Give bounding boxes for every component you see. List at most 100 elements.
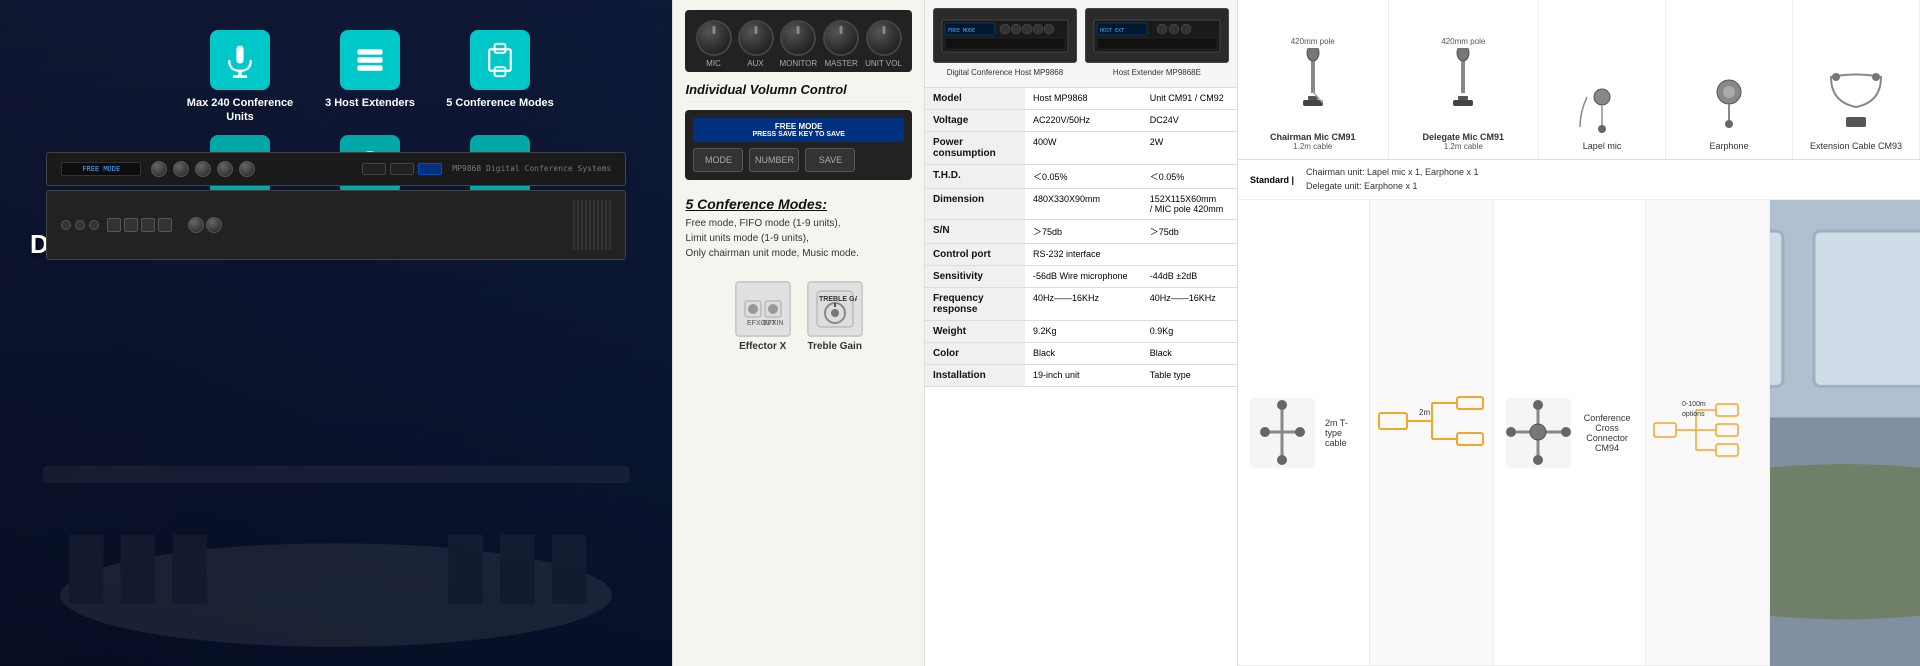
svg-text:0-100m: 0-100m (1682, 401, 1706, 408)
svg-text:options: options (1682, 411, 1705, 418)
svg-text:TREBLE GAIN: TREBLE GAIN (819, 296, 857, 303)
accessories-top-row: 420mm pole Chairman Mic CM91 1.2m cable … (1238, 0, 1920, 160)
spec-val-power-host: 400W (1025, 132, 1142, 165)
knob-aux-label: AUX (747, 59, 763, 68)
svg-text:HOST EXT: HOST EXT (1100, 28, 1124, 34)
knob-mic-label: MIC (706, 59, 721, 68)
svg-text:2m: 2m (1419, 408, 1430, 417)
spec-key-control-port: Control port (925, 244, 1025, 266)
spec-val-freq-unit: 40Hz——16KHz (1142, 288, 1237, 321)
spec-row-freq: Frequency response 40Hz——16KHz 40Hz——16K… (925, 288, 1237, 321)
earphone-label: Earphone (1710, 141, 1749, 151)
specs-table: Model Host MP9868 Unit CM91 / CM92 Volta… (925, 88, 1237, 387)
spec-val-weight-unit: 0.9Kg (1142, 321, 1237, 343)
extender-device-label: Host Extender MP9868E (1113, 66, 1201, 79)
spec-row-control-port: Control port RS-232 interface (925, 244, 1237, 266)
mode-display: FREE MODE PRESS SAVE KEY TO SAVE (693, 118, 903, 142)
spec-val-weight-host: 9.2Kg (1025, 321, 1142, 343)
accessories-bottom: 2m T-type cable 2m (1238, 200, 1920, 666)
device-image-area: FREE MODE MP9868 (20, 0, 652, 260)
treble-gain-icon: TREBLE GAIN (807, 281, 863, 337)
cross-connector-item: Conference CrossConnector CM94 (1494, 200, 1646, 666)
cross-connector-label: Conference CrossConnector CM94 (1581, 413, 1633, 453)
knob-monitor-dial[interactable] (780, 20, 816, 56)
spec-row-sn: S/N ＞75db ＞75db (925, 220, 1237, 244)
spec-val-thd-host: ＜0.05% (1025, 165, 1142, 189)
spec-key-color: Color (925, 343, 1025, 365)
standard-text: Chairman unit: Lapel mic x 1, Earphone x… (1306, 166, 1479, 193)
spec-key-freq: Frequency response (925, 288, 1025, 321)
spec-val-power-unit: 2W (1142, 132, 1237, 165)
knob-master-label: MASTER (824, 59, 857, 68)
conference-modes-title: 5 Conference Modes: (685, 196, 911, 212)
knob-master-dial[interactable] (823, 20, 859, 56)
host-device-img: FREE MODE Digital Conference Host MP9868 (933, 8, 1077, 79)
svg-text:FREE MODE: FREE MODE (948, 28, 975, 34)
spec-val-control-port-host: RS-232 interface (1025, 244, 1237, 266)
spec-val-model-host: Host MP9868 (1025, 88, 1142, 110)
cross-connector-diagram: 0-100m options (1646, 200, 1770, 666)
lapel-mic-label: Lapel mic (1583, 141, 1622, 151)
standard-row: Standard | Chairman unit: Lapel mic x 1,… (1238, 160, 1920, 200)
spec-row-weight: Weight 9.2Kg 0.9Kg (925, 321, 1237, 343)
delegate-mic-label: Delegate Mic CM91 (1423, 132, 1505, 142)
spec-row-color: Color Black Black (925, 343, 1237, 365)
mode-panel: FREE MODE PRESS SAVE KEY TO SAVE MODE NU… (685, 110, 911, 180)
spec-val-voltage-unit: DC24V (1142, 110, 1237, 132)
left-panel: Max 240 Conference Units 3 Host Extender… (0, 0, 672, 666)
spec-key-sn: S/N (925, 220, 1025, 244)
delegate-cable-label: 1.2m cable (1444, 142, 1483, 151)
spec-key-voltage: Voltage (925, 110, 1025, 132)
spec-key-dimension: Dimension (925, 189, 1025, 220)
treble-gain-label: Treble Gain (807, 341, 861, 352)
spec-row-dimension: Dimension 480X330X90mm 152X115X60mm/ MIC… (925, 189, 1237, 220)
mode-button[interactable]: MODE (693, 148, 743, 172)
spec-key-sensitivity: Sensitivity (925, 266, 1025, 288)
save-button[interactable]: SAVE (805, 148, 855, 172)
chairman-mic-label: Chairman Mic CM91 (1270, 132, 1356, 142)
spec-key-thd: T.H.D. (925, 165, 1025, 189)
spec-val-sn-host: ＞75db (1025, 220, 1142, 244)
knob-monitor: MONITOR (780, 20, 818, 68)
accessories-panel: 420mm pole Chairman Mic CM91 1.2m cable … (1237, 0, 1920, 666)
mode-display-line2: PRESS SAVE KEY TO SAVE (701, 131, 895, 138)
spec-val-installation-host: 19-inch unit (1025, 365, 1142, 387)
spec-val-sn-unit: ＞75db (1142, 220, 1237, 244)
mode-buttons: MODE NUMBER SAVE (693, 148, 903, 172)
specs-panel: FREE MODE Digital Conference Host MP9868 (924, 0, 1237, 666)
effector-x-icon: EFXOUT EFXIN (735, 281, 791, 337)
spec-row-power: Power consumption 400W 2W (925, 132, 1237, 165)
knob-unit-vol-dial[interactable] (866, 20, 902, 56)
knob-aux-dial[interactable] (738, 20, 774, 56)
spec-val-model-unit: Unit CM91 / CM92 (1142, 88, 1237, 110)
chairman-mic-item: 420mm pole Chairman Mic CM91 1.2m cable (1238, 0, 1389, 159)
controls-panel: MIC AUX MONITOR MASTER UNIT VOL Individu… (672, 0, 923, 666)
chairman-pole-label: 420mm pole (1291, 37, 1335, 46)
mode-display-line1: FREE MODE (701, 122, 895, 131)
effector-x-item: EFXOUT EFXIN Effector X (735, 281, 791, 352)
delegate-pole-label: 420mm pole (1441, 37, 1485, 46)
knob-mic-dial[interactable] (696, 20, 732, 56)
conference-modes-section: 5 Conference Modes: Free mode, FIFO mode… (685, 188, 911, 269)
volume-control-title: Individual Volumn Control (685, 80, 911, 102)
main-container: Max 240 Conference Units 3 Host Extender… (0, 0, 1920, 666)
effectors-row: EFXOUT EFXIN Effector X TREBLE GAIN (685, 277, 911, 356)
extension-cable-label: Extension Cable CM93 (1810, 141, 1902, 151)
cross-connector-img (1506, 398, 1571, 468)
knobs-row: MIC AUX MONITOR MASTER UNIT VOL (685, 10, 911, 72)
delegate-mic-item: 420mm pole Delegate Mic CM91 1.2m cable (1389, 0, 1540, 159)
knob-unit-vol-label: UNIT VOL (865, 59, 902, 68)
t-type-cable-img (1250, 398, 1315, 468)
spec-row-installation: Installation 19-inch unit Table type (925, 365, 1237, 387)
effector-x-label: Effector X (739, 341, 786, 352)
t-type-cable-item: 2m T-type cable (1238, 200, 1370, 666)
spec-key-power: Power consumption (925, 132, 1025, 165)
conference-modes-text: Free mode, FIFO mode (1-9 units), Limit … (685, 216, 911, 261)
t-type-cable-label: 2m T-type cable (1325, 418, 1357, 448)
knob-monitor-label: MONITOR (780, 59, 818, 68)
number-button[interactable]: NUMBER (749, 148, 799, 172)
knob-aux: AUX (738, 20, 774, 68)
spec-val-freq-host: 40Hz——16KHz (1025, 288, 1142, 321)
spec-row-voltage: Voltage AC220V/50Hz DC24V (925, 110, 1237, 132)
spec-val-color-host: Black (1025, 343, 1142, 365)
